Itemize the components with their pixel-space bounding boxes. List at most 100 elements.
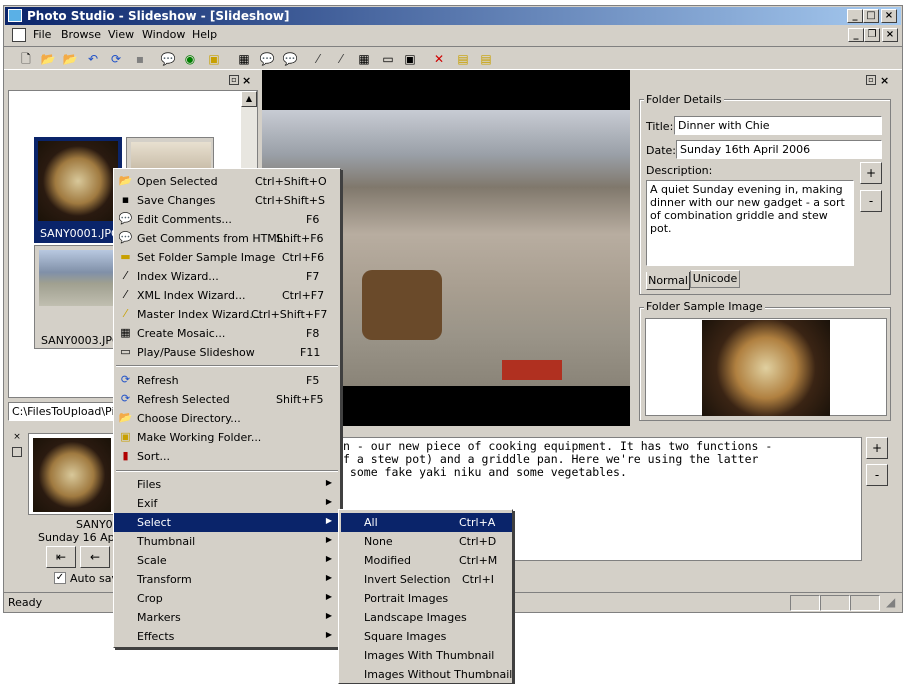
path-field[interactable]: C:\FilesToUpload\Pic xyxy=(8,402,114,421)
date-field[interactable]: Sunday 16th April 2006 xyxy=(676,140,882,159)
menu-item-make-working-folder[interactable]: ▣ Make Working Folder... xyxy=(114,428,340,447)
submenu-arrow-icon: ▶ xyxy=(325,611,332,620)
menu-item-set-folder-sample[interactable]: ▬ Set Folder Sample Image Ctrl+F6 xyxy=(114,248,340,267)
menu-item-select[interactable]: Select ▶ xyxy=(114,513,340,532)
open-icon[interactable]: 📂 xyxy=(38,50,58,68)
prev-image-button[interactable]: ← xyxy=(80,546,110,568)
folder-icon[interactable]: ▣ xyxy=(204,50,224,68)
thumb-panel-header: ▫ × xyxy=(8,74,258,88)
delete-icon[interactable]: ✕ xyxy=(429,50,449,68)
submenu-item-none[interactable]: None Ctrl+D xyxy=(341,532,512,551)
menu-item-edit-comments[interactable]: 💬 Edit Comments... F6 xyxy=(114,210,340,229)
menu-item-scale[interactable]: Scale ▶ xyxy=(114,551,340,570)
bottom-close-icon[interactable]: × xyxy=(10,432,24,446)
submenu-item-landscape[interactable]: Landscape Images xyxy=(341,608,512,627)
thumbnail-image xyxy=(39,250,119,306)
chat-icon[interactable]: 💬 xyxy=(257,50,277,68)
mdi-restore-button[interactable]: ❐ xyxy=(864,28,880,42)
menu-item-files[interactable]: Files ▶ xyxy=(114,475,340,494)
menu-item-exif[interactable]: Exif ▶ xyxy=(114,494,340,513)
minimize-button[interactable]: _ xyxy=(847,9,863,23)
select-submenu: All Ctrl+A None Ctrl+D Modified Ctrl+M Inve… xyxy=(338,509,513,684)
undo-icon[interactable]: ↶ xyxy=(83,50,103,68)
menu-bar xyxy=(4,26,902,46)
comment-plus-button[interactable]: + xyxy=(866,437,888,459)
menu-item-xml-index-wizard[interactable]: ⁄ XML Index Wizard... Ctrl+F7 xyxy=(114,286,340,305)
menu-item-refresh[interactable]: ⟳ Refresh F5 xyxy=(114,371,340,390)
float-icon[interactable]: ▫ xyxy=(866,75,876,85)
slideshow-icon[interactable]: ▭ xyxy=(378,50,398,68)
menu-item-thumbnail[interactable]: Thumbnail ▶ xyxy=(114,532,340,551)
menu-item-master-index-wizard[interactable]: ⁄ Master Index Wizard... Ctrl+Shift+F7 xyxy=(114,305,340,324)
context-menu: 📂 Open Selected Ctrl+Shift+O ▪ Save Changes… xyxy=(113,168,341,648)
details-panel-header: ▫ × xyxy=(636,74,894,88)
comment-icon[interactable]: 💬 xyxy=(158,50,178,68)
panel-close-icon[interactable]: × xyxy=(880,74,889,87)
globe-icon[interactable]: ◉ xyxy=(180,50,200,68)
thumbnail-item[interactable] xyxy=(126,137,214,171)
menu-browse[interactable]: Browse xyxy=(61,28,101,41)
maximize-button[interactable]: □ xyxy=(863,9,879,23)
mdi-close-button[interactable]: × xyxy=(882,28,898,42)
import-icon[interactable]: ▤ xyxy=(453,50,473,68)
close-button[interactable]: × xyxy=(881,9,897,23)
scroll-up-button[interactable]: ▲ xyxy=(241,91,257,107)
new-icon[interactable]: 🗋 xyxy=(16,50,36,68)
mosaic-icon[interactable]: ▦ xyxy=(354,50,374,68)
submenu-item-portrait[interactable]: Portrait Images xyxy=(341,589,512,608)
menu-view[interactable]: View xyxy=(108,28,134,41)
thumbnail-item[interactable]: SANY0001.JPG xyxy=(34,137,122,243)
panel-close-icon[interactable]: × xyxy=(242,74,251,87)
title-bar[interactable]: Photo Studio - Slideshow - [Slideshow] _… xyxy=(5,7,901,25)
submenu-item-modified[interactable]: Modified Ctrl+M xyxy=(341,551,512,570)
wand-icon[interactable]: ⁄ xyxy=(308,50,328,68)
slideshow2-icon[interactable]: ▣ xyxy=(400,50,420,68)
float-icon[interactable]: ▫ xyxy=(229,75,239,85)
first-image-button[interactable]: ⇤ xyxy=(46,546,76,568)
menu-item-sort[interactable]: ▮ Sort... xyxy=(114,447,340,466)
menu-item-create-mosaic[interactable]: ▦ Create Mosaic... F8 xyxy=(114,324,340,343)
menu-item-transform[interactable]: Transform ▶ xyxy=(114,570,340,589)
menu-item-play-pause-slideshow[interactable]: ▭ Play/Pause Slideshow F11 xyxy=(114,343,340,362)
resize-grip-icon[interactable]: ◢ xyxy=(886,595,895,609)
menu-item-open-selected[interactable]: 📂 Open Selected Ctrl+Shift+O xyxy=(114,172,340,191)
title-field[interactable]: Dinner with Chie xyxy=(674,116,882,135)
submenu-item-with-thumbnail[interactable]: Images With Thumbnail xyxy=(341,646,512,665)
export-icon[interactable]: ▤ xyxy=(476,50,496,68)
submenu-item-all[interactable]: All Ctrl+A xyxy=(341,513,512,532)
submenu-item-square[interactable]: Square Images xyxy=(341,627,512,646)
menu-item-save-changes[interactable]: ▪ Save Changes Ctrl+Shift+S xyxy=(114,191,340,210)
auto-save-checkbox[interactable]: ✓ xyxy=(54,572,66,584)
description-minus-button[interactable]: - xyxy=(860,190,882,212)
submenu-arrow-icon: ▶ xyxy=(325,554,332,563)
refresh-icon[interactable]: ⟳ xyxy=(106,50,126,68)
open-web-icon[interactable]: 📂 xyxy=(60,50,80,68)
save-icon[interactable]: ▪ xyxy=(130,50,150,68)
comment-minus-button[interactable]: - xyxy=(866,464,888,486)
thumbnail-item[interactable]: SANY0003.JPG xyxy=(34,245,122,349)
bottom-float-icon[interactable] xyxy=(12,447,22,457)
submenu-item-invert-selection[interactable]: Invert Selection Ctrl+I xyxy=(341,570,512,589)
description-field[interactable]: A quiet Sunday evening in, making dinner… xyxy=(646,180,854,266)
menu-help[interactable]: Help xyxy=(192,28,217,41)
tab-normal[interactable]: Normal xyxy=(646,272,690,290)
tab-unicode[interactable]: Unicode xyxy=(690,270,740,288)
menu-item-crop[interactable]: Crop ▶ xyxy=(114,589,340,608)
thumbs-icon[interactable]: ▦ xyxy=(234,50,254,68)
menu-item-markers[interactable]: Markers ▶ xyxy=(114,608,340,627)
wand-icon: ⁄ xyxy=(124,269,127,282)
master-wand-icon: ⁄ xyxy=(124,307,127,320)
mdi-minimize-button[interactable]: _ xyxy=(848,28,864,42)
menu-window[interactable]: Window xyxy=(142,28,185,41)
menu-item-effects[interactable]: Effects ▶ xyxy=(114,627,340,646)
description-plus-button[interactable]: + xyxy=(860,162,882,184)
menu-item-get-comments-html[interactable]: 💬 Get Comments from HTML... Shift+F6 xyxy=(114,229,340,248)
menu-item-refresh-selected[interactable]: ⟳ Refresh Selected Shift+F5 xyxy=(114,390,340,409)
auto-save-label: Auto sav xyxy=(70,572,119,585)
xml-wand-icon[interactable]: ⁄ xyxy=(331,50,351,68)
menu-item-index-wizard[interactable]: ⁄ Index Wizard... F7 xyxy=(114,267,340,286)
submenu-item-without-thumbnail[interactable]: Images Without Thumbnail xyxy=(341,665,512,684)
menu-file[interactable]: File xyxy=(33,28,51,41)
menu-item-choose-directory[interactable]: 📂 Choose Directory... xyxy=(114,409,340,428)
chat2-icon[interactable]: 💬 xyxy=(280,50,300,68)
